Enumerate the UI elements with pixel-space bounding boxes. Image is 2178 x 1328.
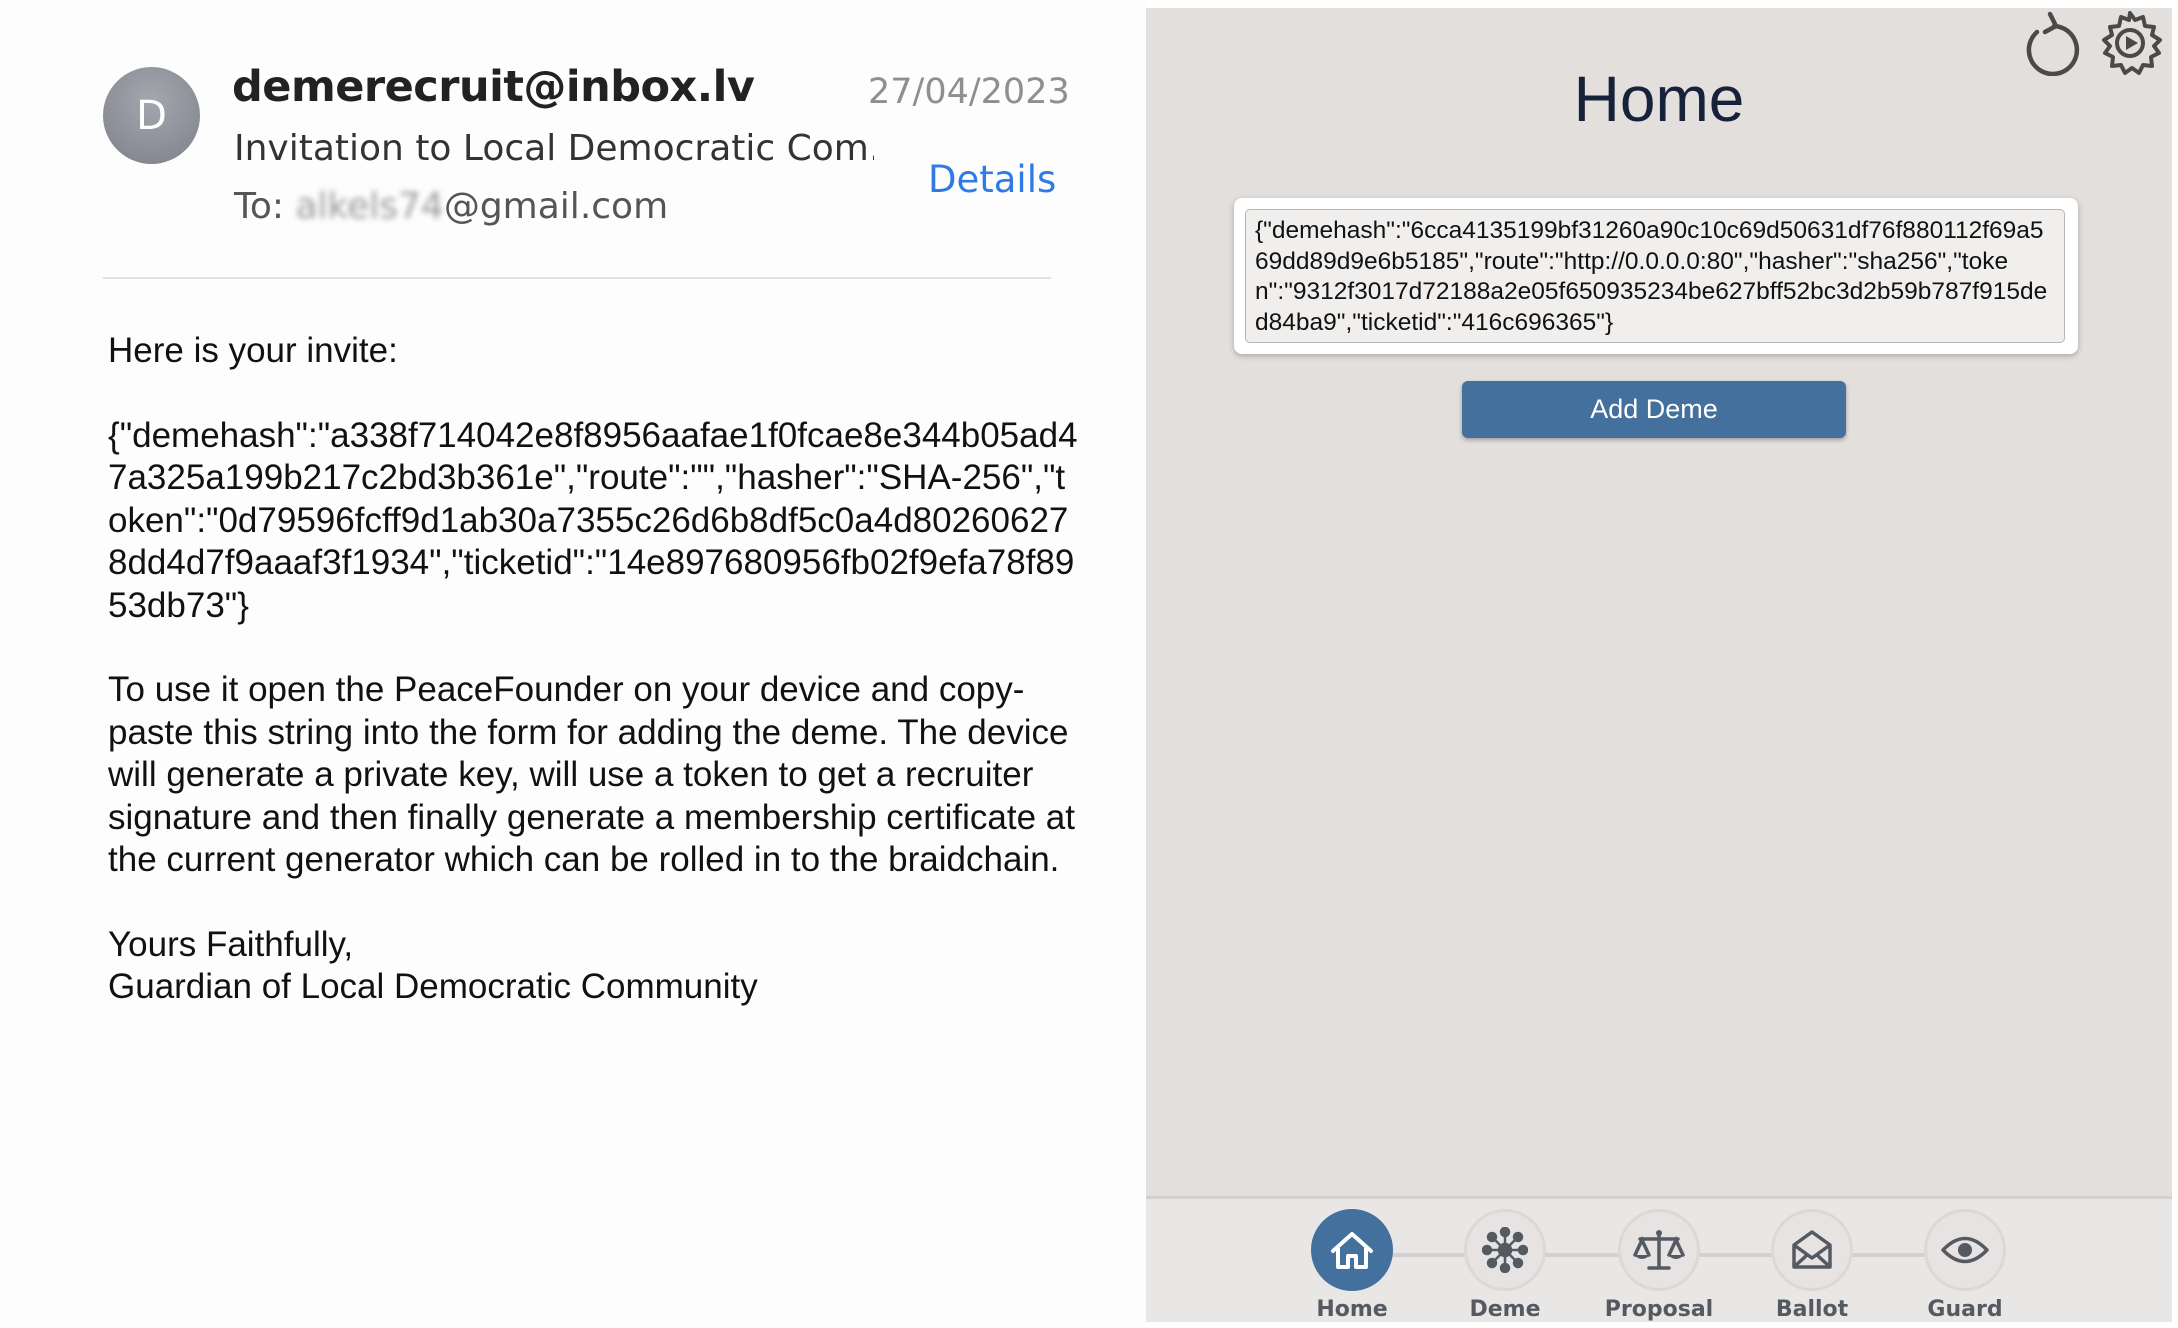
deme-invite-input[interactable]: {"demehash":"6cca4135199bf31260a90c10c69… — [1245, 209, 2065, 343]
sender-address: demerecruit@inbox.lv — [232, 62, 755, 112]
nav-label-deme: Deme — [1469, 1297, 1541, 1322]
details-link[interactable]: Details — [928, 158, 1056, 201]
nav-label-home: Home — [1316, 1297, 1388, 1322]
nav-item-ballot[interactable]: Ballot — [1737, 1209, 1887, 1325]
recipient-prefix: To: — [234, 186, 296, 227]
invite-string[interactable]: {"demehash":"a338f714042e8f8956aafae1f0f… — [108, 415, 1083, 628]
deme-input-container: {"demehash":"6cca4135199bf31260a90c10c69… — [1234, 198, 2078, 354]
email-signature: Guardian of Local Democratic Community — [108, 967, 758, 1006]
nav-label-ballot: Ballot — [1775, 1297, 1849, 1322]
email-signoff: Yours Faithfully, — [108, 924, 354, 964]
header-divider — [103, 277, 1051, 279]
email-body: Here is your invite: {"demehash":"a338f7… — [108, 330, 1108, 1051]
app-window: Home {"demehash":"6cca4135199bf31260a90c… — [1146, 8, 2172, 1322]
add-deme-button[interactable]: Add Deme — [1462, 381, 1846, 438]
bottom-nav: Home Deme Proposal Ballot Guard — [1146, 1196, 2172, 1322]
avatar-initial: D — [136, 92, 167, 139]
email-subject: Invitation to Local Democratic Com… — [234, 128, 874, 169]
network-icon — [1464, 1209, 1546, 1291]
nav-label-guard: Guard — [1927, 1297, 2003, 1322]
recipient-domain: @gmail.com — [443, 186, 669, 227]
nav-item-deme[interactable]: Deme — [1430, 1209, 1580, 1325]
email-panel: D demerecruit@inbox.lv 27/04/2023 Invita… — [0, 0, 1146, 1328]
scales-icon — [1618, 1209, 1700, 1291]
eye-icon — [1924, 1209, 2006, 1291]
nav-label-proposal: Proposal — [1604, 1297, 1714, 1322]
nav-item-proposal[interactable]: Proposal — [1584, 1209, 1734, 1325]
recipient-redacted: alkels74 — [295, 186, 444, 227]
nav-item-guard[interactable]: Guard — [1890, 1209, 2040, 1325]
email-greeting: Here is your invite: — [108, 331, 398, 370]
page-title: Home — [1573, 63, 1745, 135]
sender-avatar: D — [103, 67, 200, 164]
email-date: 27/04/2023 — [868, 72, 1070, 112]
home-icon — [1311, 1209, 1393, 1291]
envelope-icon — [1771, 1209, 1853, 1291]
recipient-line: To: alkels74@gmail.com — [234, 186, 668, 227]
nav-item-home[interactable]: Home — [1277, 1209, 1427, 1325]
email-instructions: To use it open the PeaceFounder on your … — [108, 670, 1075, 879]
